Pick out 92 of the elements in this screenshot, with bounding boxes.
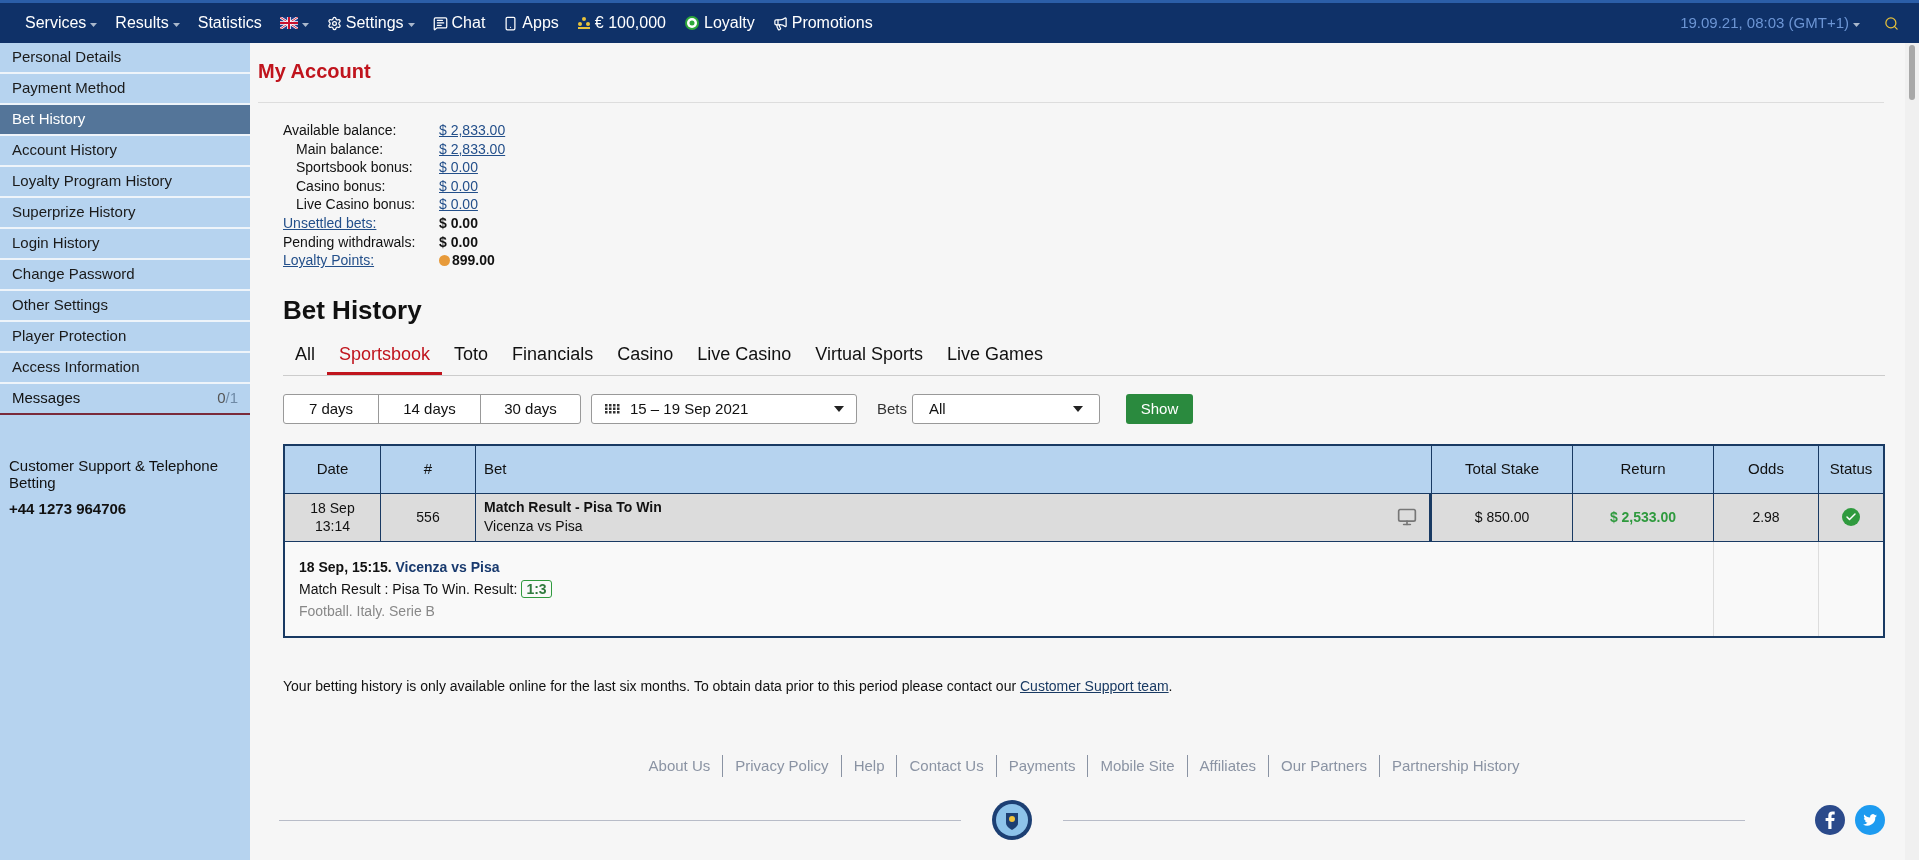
- nav-menu-item[interactable]: Loyalty: [675, 11, 764, 35]
- coins-icon: [576, 16, 591, 30]
- category-tab[interactable]: Toto: [442, 336, 501, 375]
- period-button[interactable]: 7 days: [284, 394, 378, 423]
- balance-amount-link[interactable]: $ 2,833.00: [439, 139, 506, 159]
- period-button[interactable]: 30 days: [480, 394, 580, 423]
- balance-amount-link[interactable]: $ 2,833.00: [439, 121, 506, 140]
- balance-label: Main balance:: [295, 139, 384, 159]
- facebook-icon[interactable]: [1815, 805, 1845, 836]
- date-range-dropdown[interactable]: 15 – 19 Sep 2021: [591, 393, 857, 424]
- category-tab[interactable]: Sportsbook: [327, 336, 443, 375]
- phone-icon: [503, 15, 519, 31]
- category-tab[interactable]: Virtual Sports: [803, 336, 935, 375]
- club-crest-icon: [991, 799, 1033, 842]
- customer-support-link[interactable]: Customer Support team: [1020, 677, 1169, 694]
- balance-amount: $ 0.00: [439, 213, 478, 233]
- settings-icon: [326, 15, 342, 31]
- bets-filter-label: Bets: [877, 398, 907, 419]
- balance-label: Live Casino bonus:: [295, 195, 416, 214]
- history-notice: Your betting history is only available online for the last six months. To obtain data prior to this period please contact our Customer Support team.: [283, 676, 1174, 696]
- nav-menu-item[interactable]: Apps: [494, 11, 568, 35]
- column-header: Status: [1818, 445, 1883, 493]
- nav-menu-item[interactable]: Chat: [423, 11, 495, 35]
- bet-detail-result: Match Result : Pisa To Win. Result:: [299, 579, 518, 599]
- table-cell: $ 850.00: [1431, 493, 1572, 541]
- caret-icon: [1853, 23, 1860, 27]
- caret-icon: [301, 23, 309, 27]
- balance-amount-link[interactable]: $ 0.00: [439, 176, 478, 196]
- flag-icon: [279, 17, 298, 29]
- search-icon[interactable]: [1884, 15, 1899, 31]
- category-tab[interactable]: Live Games: [934, 336, 1055, 375]
- caret-icon: [90, 23, 98, 27]
- bet-event: Vicenza vs Pisa: [484, 517, 583, 537]
- bet-detail-heading: 18 Sep, 15:15. Vicenza vs Pisa: [299, 557, 500, 577]
- balance-label: Pending withdrawals:: [283, 232, 416, 252]
- nav-menu-item[interactable]: Results: [106, 11, 189, 35]
- table-cell: 2.98: [1713, 493, 1818, 541]
- calendar-icon: [604, 403, 620, 414]
- balance-amount-link[interactable]: $ 0.00: [439, 195, 478, 214]
- sidebar-item[interactable]: Bet History: [0, 105, 250, 136]
- balance-amount: $ 0.00: [439, 232, 478, 252]
- column-header: #: [380, 445, 475, 493]
- support-phone: +44 1273 964706: [9, 499, 128, 519]
- points-coin-icon: [439, 254, 450, 266]
- nav-menu-item[interactable]: Services: [16, 11, 107, 35]
- nav-menu-item[interactable]: Statistics: [188, 11, 271, 35]
- caret-icon: [172, 23, 180, 27]
- support-title: Customer Support & Telephone Betting: [9, 457, 220, 491]
- category-tab[interactable]: All: [283, 336, 327, 375]
- column-header: Bet: [475, 445, 1431, 493]
- category-tab[interactable]: Casino: [605, 336, 686, 375]
- page-title: My Account: [258, 43, 1884, 103]
- dropdown-caret-icon: [834, 405, 844, 412]
- result-score: 1:3: [521, 579, 552, 598]
- chat-icon: [432, 15, 448, 31]
- section-title: Bet History: [283, 294, 423, 325]
- caret-icon: [407, 23, 415, 27]
- balance-label: Sportsbook bonus:: [295, 158, 413, 177]
- category-tab[interactable]: Live Casino: [685, 336, 804, 375]
- message-count: 0/1: [217, 388, 238, 409]
- nav-menu-item[interactable]: Settings: [317, 11, 424, 35]
- balance-link[interactable]: Unsettled bets:: [283, 213, 377, 233]
- balance-link[interactable]: Loyalty Points:: [283, 251, 375, 270]
- period-button[interactable]: 14 days: [378, 394, 480, 423]
- bets-filter-dropdown[interactable]: All: [912, 393, 1100, 424]
- column-header: Return: [1572, 445, 1713, 493]
- show-button[interactable]: Show: [1126, 393, 1193, 424]
- table-cell: 556: [380, 493, 475, 541]
- messages-label: Messages: [12, 388, 82, 409]
- category-tab[interactable]: Financials: [500, 336, 606, 375]
- won-check-icon: [1842, 508, 1860, 527]
- bet-detail-league: Football. Italy. Serie B: [299, 601, 435, 621]
- nav-menu-item[interactable]: Promotions: [763, 11, 882, 35]
- bet-market: Match Result - Pisa To Win: [484, 498, 662, 518]
- table-cell: $ 2,533.00: [1572, 493, 1713, 541]
- column-header: Odds: [1713, 445, 1818, 493]
- nav-menu-item[interactable]: € 100,000: [567, 11, 675, 35]
- points-value: 899.00: [452, 251, 495, 270]
- table-cell-text: 18 Sep 13:14: [309, 499, 356, 537]
- balance-label: Casino bonus:: [295, 176, 386, 196]
- scrollbar[interactable]: [1905, 43, 1919, 860]
- dropdown-caret-icon: [1073, 405, 1083, 412]
- loyalty-icon: [684, 15, 700, 31]
- balance-label: Available balance:: [283, 121, 397, 140]
- date-time-selector[interactable]: 19.09.21, 08:03 (GMT+1): [1680, 11, 1860, 35]
- sidebar-item[interactable]: Messages 0/1: [0, 384, 250, 415]
- twitter-icon[interactable]: [1855, 805, 1885, 836]
- monitor-icon[interactable]: [1397, 507, 1417, 528]
- megaphone-icon: [772, 15, 788, 31]
- column-header: Total Stake: [1431, 445, 1572, 493]
- column-header: Date: [315, 459, 350, 479]
- balance-amount-link[interactable]: $ 0.00: [439, 158, 478, 177]
